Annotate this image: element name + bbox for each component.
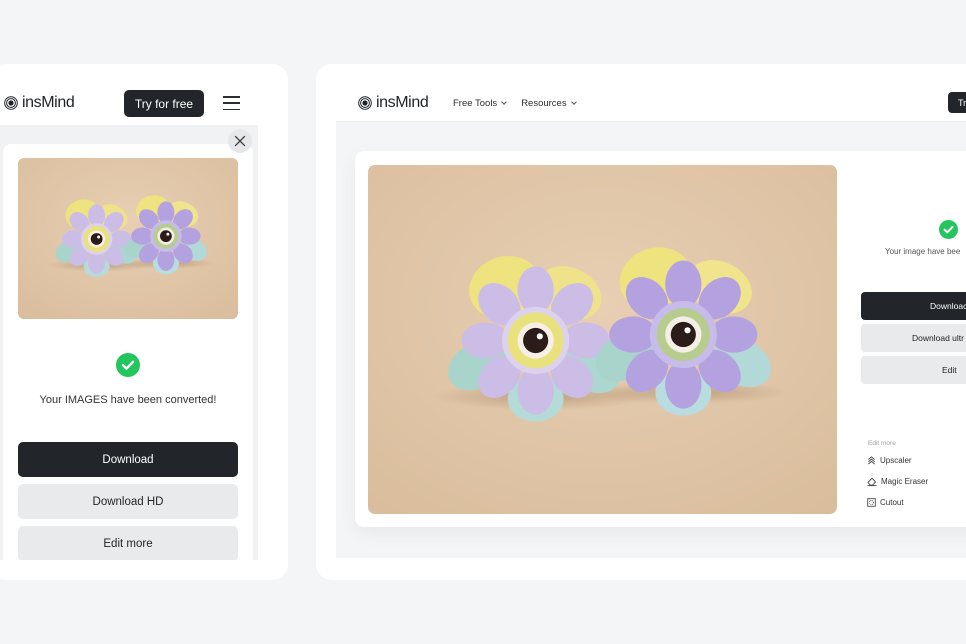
download-hd-button[interactable]: Download HD (18, 484, 238, 519)
brand-logo[interactable]: insMind (4, 94, 75, 112)
earrings-image (368, 165, 837, 514)
tool-upscaler[interactable]: Upscaler (867, 456, 912, 465)
edit-more-button[interactable]: Edit more (18, 526, 238, 560)
mobile-header: insMind Try for free (0, 64, 278, 125)
nav-free-tools[interactable]: Free Tools (453, 98, 508, 109)
tool-label: Cutout (880, 498, 904, 507)
logo-icon (358, 96, 372, 110)
logo-icon (4, 96, 18, 110)
earrings-image (18, 158, 238, 319)
mobile-result-panel: Your IMAGES have been converted! Downloa… (0, 125, 258, 560)
nav-resources[interactable]: Resources (521, 98, 577, 109)
tool-label: Magic Eraser (881, 477, 929, 486)
tool-cutout[interactable]: Cutout (867, 498, 904, 507)
try-for-free-button[interactable]: Tr (948, 92, 966, 113)
nav-label: Resources (521, 98, 567, 109)
result-image (18, 158, 238, 319)
desktop-result-area: Your image have bee Downloac Download ul… (336, 122, 966, 558)
chevron-down-icon (501, 99, 508, 105)
brand-name: insMind (22, 94, 75, 111)
download-ultra-button[interactable]: Download ultr (861, 324, 966, 352)
main-nav: Free Tools Resources (453, 98, 577, 109)
success-check-icon (939, 220, 958, 239)
success-message: Your IMAGES have been converted! (39, 394, 217, 406)
close-button[interactable] (228, 129, 252, 153)
brand-logo[interactable]: insMind (358, 94, 429, 112)
result-card: Your image have bee Downloac Download ul… (355, 151, 966, 527)
download-button[interactable]: Downloac (861, 292, 966, 320)
desktop-header: insMind Free Tools Resources Tr (336, 64, 966, 122)
eraser-icon (867, 477, 877, 486)
brand-name: insMind (376, 94, 429, 111)
result-card: Your IMAGES have been converted! Downloa… (3, 144, 253, 560)
success-check-icon (116, 353, 140, 377)
close-icon (234, 135, 246, 147)
mobile-mockup: insMind Try for free Your IMAGES have be… (0, 64, 288, 580)
nav-label: Free Tools (453, 98, 498, 109)
desktop-mockup: insMind Free Tools Resources Tr Your ima… (316, 64, 966, 580)
edit-more-heading: Edit more (868, 440, 896, 447)
edit-button[interactable]: Edit (861, 356, 966, 384)
tool-label: Upscaler (880, 456, 912, 465)
chevron-down-icon (570, 99, 577, 105)
success-message: Your image have bee (885, 247, 961, 256)
tool-magic-eraser[interactable]: Magic Eraser (867, 477, 928, 486)
upscaler-icon (868, 456, 875, 465)
download-button[interactable]: Download (18, 442, 238, 477)
cutout-icon (867, 498, 876, 507)
result-image (368, 165, 837, 514)
try-for-free-button[interactable]: Try for free (124, 90, 204, 117)
hamburger-menu-icon[interactable] (223, 96, 240, 110)
